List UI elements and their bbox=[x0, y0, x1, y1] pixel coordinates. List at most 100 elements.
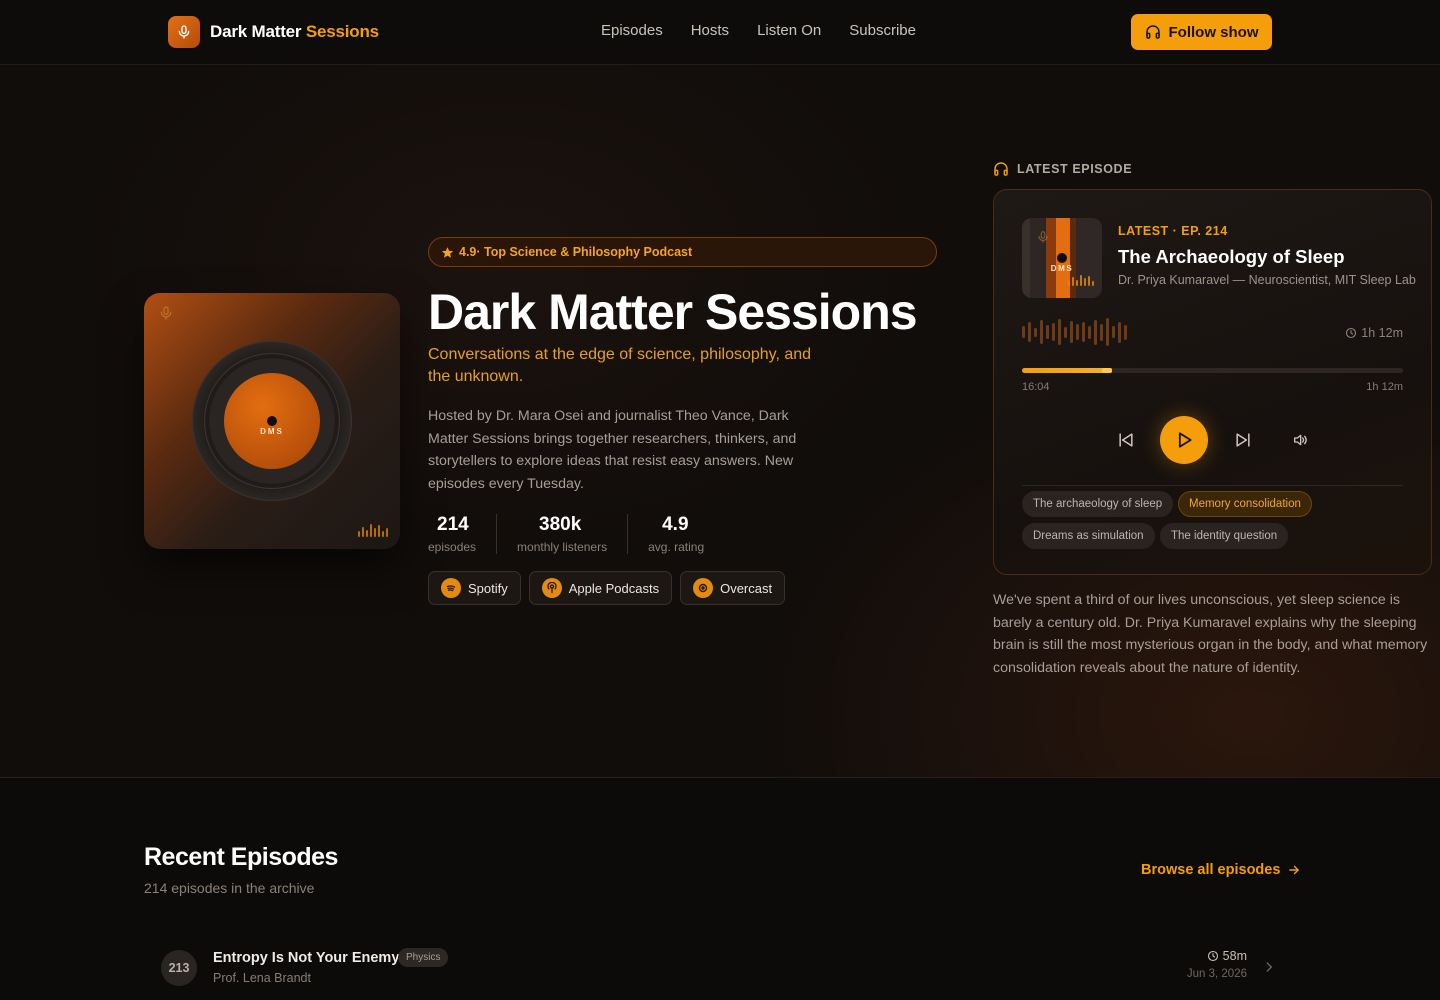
volume-icon bbox=[1294, 434, 1307, 446]
stat-rating: 4.9 avg. rating bbox=[648, 514, 705, 554]
chapter-chip[interactable]: Dreams as simulation bbox=[1022, 523, 1155, 549]
waveform-bar bbox=[1094, 319, 1097, 345]
brand[interactable]: Dark Matter Sessions bbox=[168, 16, 379, 48]
headphones-icon bbox=[1145, 25, 1160, 39]
arrow-right-icon bbox=[1289, 865, 1300, 875]
skip-back-button[interactable] bbox=[1114, 428, 1138, 452]
episode-duration: 1h 12m bbox=[1345, 326, 1403, 340]
waveform-bar bbox=[1058, 319, 1061, 345]
star-icon bbox=[441, 246, 454, 258]
waveform-icon bbox=[1066, 274, 1094, 286]
episode-description: We've spent a third of our lives unconsc… bbox=[993, 592, 1428, 677]
waveform-bar bbox=[1076, 324, 1079, 340]
waveform-bar bbox=[1100, 323, 1103, 341]
episode-art: DMS bbox=[1022, 218, 1102, 298]
podcast-title: Dark Matter Sessions bbox=[428, 284, 918, 340]
chapter-chip[interactable]: The identity question bbox=[1160, 523, 1289, 549]
waveform-bar bbox=[1118, 321, 1121, 343]
divider bbox=[1022, 485, 1403, 486]
hero-section: DMS 4.9· Top Science & Philosophy Podcas… bbox=[0, 65, 1440, 778]
chapter-chip[interactable]: The archaeology of sleep bbox=[1022, 491, 1174, 517]
waveform-bar bbox=[1052, 323, 1055, 341]
player-controls bbox=[994, 416, 1433, 464]
spotify-icon bbox=[441, 578, 461, 598]
podcast-cover-art: DMS bbox=[144, 293, 400, 549]
rating-badge-text: 4.9· Top Science & Philosophy Podcast bbox=[459, 245, 693, 259]
skip-back-icon bbox=[1119, 433, 1133, 447]
podcast-description: Hosted by Dr. Mara Osei and journalist T… bbox=[428, 408, 797, 493]
apple-podcasts-icon bbox=[541, 578, 562, 598]
waveform-bar bbox=[1034, 327, 1037, 337]
apple-podcasts-button[interactable]: Apple Podcasts bbox=[528, 571, 673, 605]
episode-category-tag: Physics bbox=[398, 948, 449, 967]
follow-show-button[interactable]: Follow show bbox=[1131, 14, 1272, 50]
microphone-icon bbox=[1038, 231, 1048, 243]
progress-handle[interactable] bbox=[1102, 368, 1112, 373]
episode-guest: Dr. Priya Kumaravel — Neuroscientist, MI… bbox=[1118, 273, 1416, 287]
cover-monogram: DMS bbox=[260, 427, 284, 436]
episode-row-duration: 58m bbox=[1207, 949, 1247, 963]
browse-all-episodes-link[interactable]: Browse all episodes bbox=[1141, 862, 1301, 878]
episode-row[interactable]: 213 Entropy Is Not Your Enemy Physics Pr… bbox=[144, 936, 1296, 1000]
waveform-bar bbox=[1070, 321, 1073, 343]
chevron-right-icon bbox=[1266, 962, 1272, 972]
waveform-bar bbox=[1088, 325, 1091, 339]
site-header: Dark Matter Sessions Episodes Hosts List… bbox=[0, 0, 1440, 65]
microphone-icon bbox=[160, 306, 172, 320]
latest-episode-heading: LATEST EPISODE bbox=[993, 161, 1132, 177]
progress-fill bbox=[1022, 368, 1112, 373]
clock-icon bbox=[1346, 327, 1357, 339]
stat-listeners: 380k monthly listeners bbox=[517, 514, 629, 554]
total-time: 1h 12m bbox=[1366, 381, 1403, 393]
play-icon bbox=[1178, 432, 1192, 448]
episode-kicker: LATEST · EP. 214 bbox=[1118, 224, 1228, 238]
waveform-icon bbox=[356, 523, 388, 537]
waveform-bar bbox=[1046, 325, 1049, 339]
skip-forward-button[interactable] bbox=[1231, 428, 1255, 452]
nav-hosts[interactable]: Hosts bbox=[691, 22, 729, 39]
follow-show-label: Follow show bbox=[1168, 23, 1259, 41]
progress-bar[interactable] bbox=[1022, 368, 1403, 373]
play-button[interactable] bbox=[1160, 416, 1208, 464]
brand-name-main: Dark Matter bbox=[210, 22, 302, 41]
episode-row-date: Jun 3, 2026 bbox=[1186, 968, 1247, 980]
nav-episodes[interactable]: Episodes bbox=[601, 22, 663, 39]
elapsed-time: 16:04 bbox=[1022, 381, 1050, 393]
episode-row-guest: Prof. Lena Brandt bbox=[213, 971, 311, 985]
episode-waveform bbox=[1022, 318, 1130, 346]
platform-links: Spotify Apple Podcasts Overcast bbox=[428, 571, 793, 605]
podcast-stats: 214 episodes 380k monthly listeners 4.9 … bbox=[428, 514, 744, 554]
stat-episodes: 214 episodes bbox=[428, 514, 498, 554]
chapter-chip-active[interactable]: Memory consolidation bbox=[1178, 491, 1312, 517]
episode-art-monogram: DMS bbox=[1050, 264, 1074, 273]
waveform-bar bbox=[1082, 322, 1085, 342]
episode-player: DMS LATEST · EP. 214 The Archaeology of … bbox=[993, 189, 1432, 575]
spotify-button[interactable]: Spotify bbox=[428, 571, 521, 605]
episode-row-title: Entropy Is Not Your Enemy bbox=[213, 950, 400, 966]
volume-button[interactable] bbox=[1290, 430, 1310, 450]
waveform-bar bbox=[1124, 324, 1127, 340]
podcast-tagline: Conversations at the edge of science, ph… bbox=[428, 346, 812, 385]
brand-name: Dark Matter Sessions bbox=[210, 22, 379, 42]
episode-title[interactable]: The Archaeology of Sleep bbox=[1118, 246, 1345, 268]
waveform-bar bbox=[1112, 326, 1115, 338]
clock-icon bbox=[1207, 950, 1218, 962]
recent-episodes-title: Recent Episodes bbox=[144, 843, 338, 871]
episode-number: 213 bbox=[161, 950, 197, 986]
vinyl-record: DMS bbox=[192, 341, 352, 501]
nav-listen-on[interactable]: Listen On bbox=[757, 22, 821, 39]
waveform-bar bbox=[1106, 318, 1109, 346]
headphones-icon bbox=[994, 162, 1008, 176]
waveform-bar bbox=[1028, 322, 1031, 342]
waveform-bar bbox=[1022, 326, 1025, 338]
rating-badge: 4.9· Top Science & Philosophy Podcast bbox=[428, 237, 937, 267]
waveform-bar bbox=[1064, 326, 1067, 338]
main-nav: Episodes Hosts Listen On Subscribe bbox=[601, 22, 944, 39]
recent-episodes-subtitle: 214 episodes in the archive bbox=[144, 880, 315, 896]
skip-forward-icon bbox=[1236, 433, 1250, 447]
overcast-button[interactable]: Overcast bbox=[680, 571, 786, 605]
overcast-icon bbox=[693, 578, 714, 598]
nav-subscribe[interactable]: Subscribe bbox=[849, 22, 916, 39]
waveform-bar bbox=[1040, 320, 1043, 344]
brand-name-accent: Sessions bbox=[305, 22, 379, 41]
